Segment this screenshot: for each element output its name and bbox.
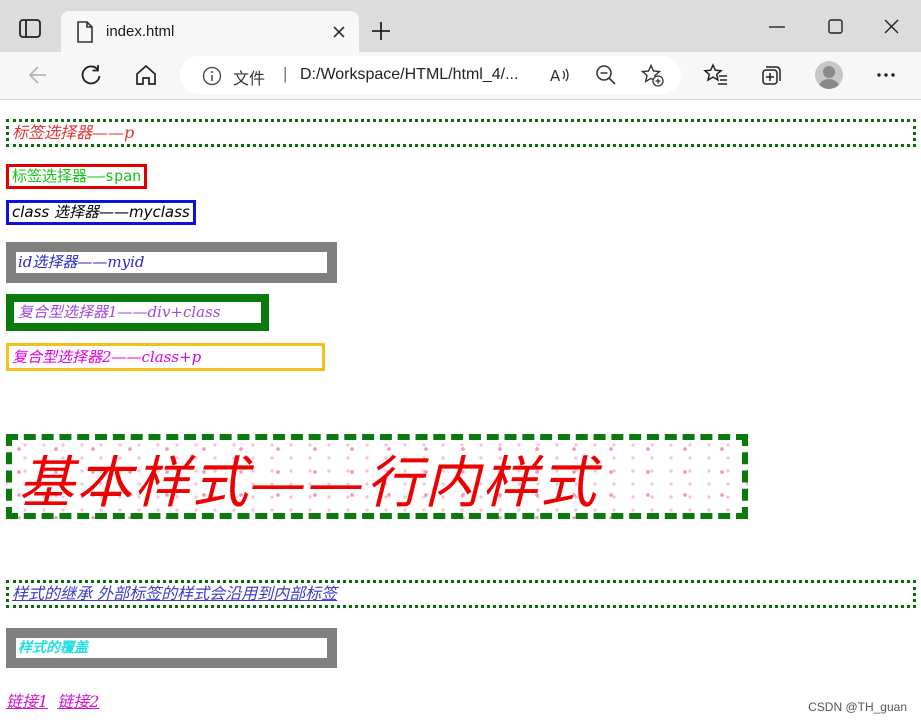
read-aloud-icon[interactable]: A	[548, 63, 572, 87]
url-text[interactable]: D:/Workspace/HTML/html_4/...	[300, 66, 518, 84]
collections-icon[interactable]	[757, 61, 785, 89]
info-icon[interactable]	[202, 66, 222, 86]
class-selector-text: class 选择器——myclass	[6, 200, 196, 225]
inheritance-text: 样式的继承 外部标签的样式会沿用到内部标签	[12, 584, 338, 603]
inheritance-paragraph: 样式的继承 外部标签的样式会沿用到内部标签	[6, 580, 916, 608]
links-row: 链接1 链接2	[6, 688, 103, 712]
minimize-icon[interactable]	[764, 14, 790, 40]
span-selector-text: 标签选择器——span	[6, 164, 148, 189]
p-selector-paragraph: 标签选择器——p	[6, 119, 916, 147]
watermark: CSDN @TH_guan	[808, 700, 907, 714]
plus-icon[interactable]	[368, 18, 394, 44]
page-content: 标签选择器——p 标签选择器——span class 选择器——myclass …	[0, 100, 921, 724]
zoom-out-icon[interactable]	[594, 63, 618, 87]
back-icon[interactable]	[22, 61, 50, 89]
svg-text:A: A	[550, 67, 561, 85]
more-icon[interactable]	[872, 61, 900, 89]
compound-selector-1-box: 复合型选择器1——div+class	[6, 294, 269, 331]
close-icon[interactable]	[329, 22, 349, 42]
refresh-icon[interactable]	[77, 61, 105, 89]
inline-style-banner: 基本样式——行内样式	[6, 434, 748, 519]
favorites-icon[interactable]	[702, 61, 730, 89]
maximize-icon[interactable]	[820, 12, 850, 42]
link-1[interactable]: 链接1	[6, 692, 48, 711]
window-close-icon[interactable]	[876, 12, 906, 42]
sidebar-toggle-icon[interactable]	[18, 18, 44, 40]
link-2[interactable]: 链接2	[57, 692, 99, 711]
address-bar[interactable]: 文件 | D:/Workspace/HTML/html_4/... A	[180, 56, 681, 94]
navigation-toolbar: 文件 | D:/Workspace/HTML/html_4/... A	[0, 52, 921, 100]
inline-style-text: 基本样式——行内样式	[18, 451, 598, 516]
address-prefix: 文件	[233, 71, 266, 88]
address-separator: |	[283, 64, 288, 83]
title-bar: index.html	[0, 0, 921, 52]
profile-icon[interactable]	[815, 61, 843, 89]
tab-index-html[interactable]: index.html	[61, 11, 359, 52]
file-icon	[77, 21, 93, 43]
override-box: 样式的覆盖	[6, 628, 337, 668]
home-icon[interactable]	[132, 61, 160, 89]
compound-selector-2-box: 复合型选择器2——class+p	[6, 343, 325, 371]
add-favorite-icon[interactable]	[640, 63, 664, 87]
id-selector-box: id选择器——myid	[6, 242, 337, 283]
tab-title: index.html	[106, 23, 175, 40]
